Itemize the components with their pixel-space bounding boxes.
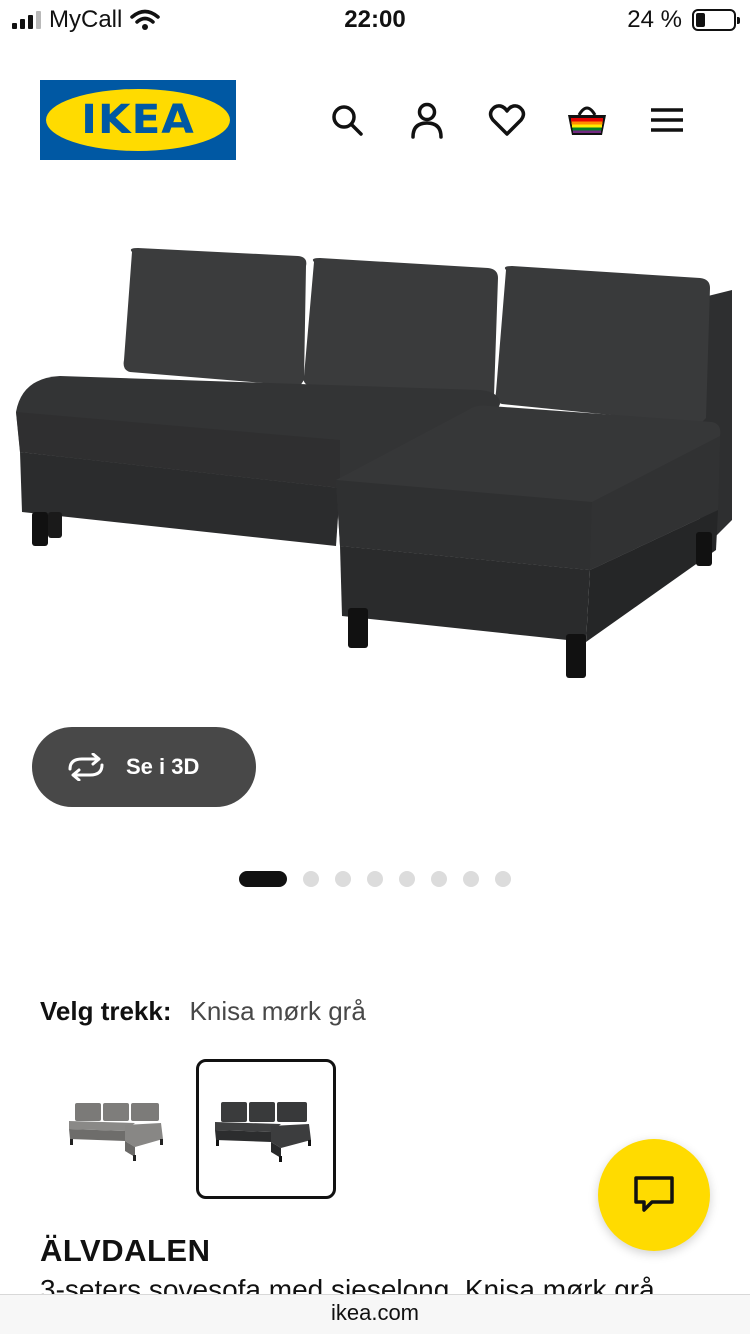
- carousel-dot[interactable]: [495, 871, 511, 887]
- logo-text: IKEA: [81, 97, 195, 143]
- cover-option-light-grey[interactable]: [50, 1060, 190, 1200]
- carousel-dot[interactable]: [239, 871, 287, 887]
- search-icon[interactable]: [325, 98, 369, 142]
- view-3d-label: Se i 3D: [126, 754, 200, 779]
- heart-icon[interactable]: [485, 98, 529, 142]
- menu-icon[interactable]: [645, 98, 689, 142]
- product-description: 3-seters sovesofa med sjeselong, Knisa m…: [40, 1274, 655, 1295]
- carousel-dot[interactable]: [367, 871, 383, 887]
- carousel-dot[interactable]: [303, 871, 319, 887]
- status-right: 24 %: [627, 6, 740, 34]
- carousel-dots: [239, 871, 511, 887]
- cover-option-dark-grey[interactable]: [196, 1059, 336, 1199]
- battery-fill: [696, 13, 705, 27]
- carousel-dot[interactable]: [335, 871, 351, 887]
- header-actions: [325, 98, 689, 142]
- logo-oval: IKEA: [46, 89, 230, 151]
- chat-button[interactable]: [598, 1139, 710, 1251]
- rotate-3d-icon: [68, 753, 104, 781]
- cover-value: Knisa mørk grå: [189, 996, 366, 1026]
- site-header: IKEA: [0, 78, 750, 162]
- battery-percent: 24 %: [627, 6, 682, 33]
- cover-selector: Velg trekk: Knisa mørk grå: [40, 996, 366, 1027]
- battery-icon: [692, 9, 740, 31]
- product-name: ÄLVDALEN: [40, 1233, 211, 1268]
- carousel-dot[interactable]: [463, 871, 479, 887]
- basket-icon[interactable]: [565, 98, 609, 142]
- status-bar: MyCall 22:00 24 %: [0, 0, 750, 42]
- cover-label: Velg trekk:: [40, 996, 172, 1026]
- chat-icon: [634, 1176, 674, 1212]
- account-icon[interactable]: [405, 98, 449, 142]
- view-3d-button[interactable]: Se i 3D: [32, 727, 256, 807]
- browser-url-bar[interactable]: ikea.com: [0, 1294, 750, 1334]
- product-image[interactable]: [0, 190, 750, 710]
- carousel-dot[interactable]: [399, 871, 415, 887]
- carousel-dot[interactable]: [431, 871, 447, 887]
- ikea-logo[interactable]: IKEA: [40, 80, 236, 160]
